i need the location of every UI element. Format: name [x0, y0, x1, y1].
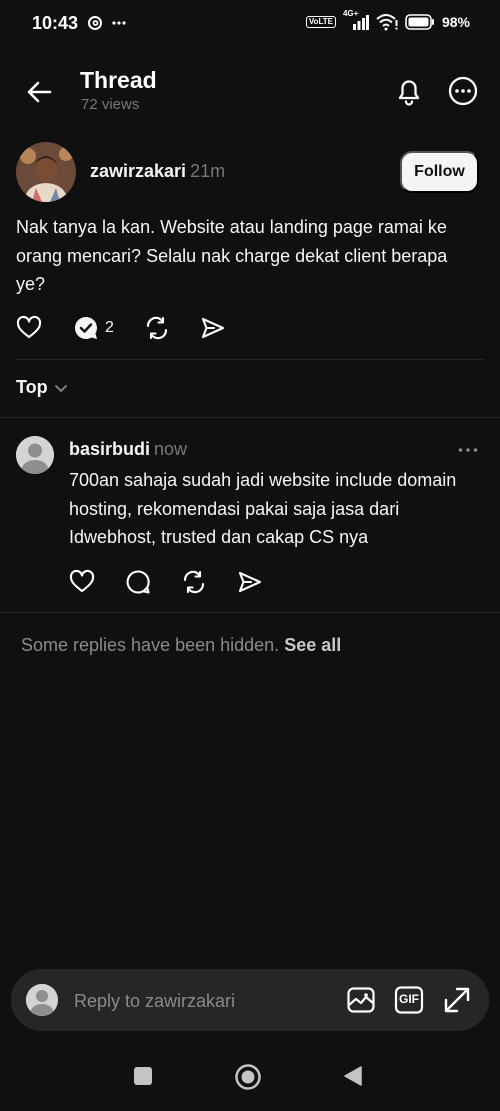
- gif-label: GIF: [399, 992, 419, 1006]
- share-button[interactable]: [200, 315, 226, 341]
- repost-icon: [183, 570, 205, 594]
- see-all-link[interactable]: See all: [284, 635, 341, 655]
- bell-icon: [398, 80, 420, 106]
- divider: [0, 612, 500, 613]
- follow-button[interactable]: Follow: [400, 151, 479, 193]
- threads-icon: [87, 15, 103, 31]
- battery-level: 98%: [441, 14, 470, 30]
- expand-icon: [444, 987, 470, 1013]
- reply-composer: GIF: [11, 969, 489, 1031]
- notifications-button[interactable]: [392, 74, 426, 108]
- comment-button[interactable]: [125, 569, 151, 595]
- post-text: Nak tanya la kan. Website atau landing p…: [16, 217, 448, 294]
- view-count: 72 views: [81, 96, 140, 113]
- repost-icon: [146, 316, 168, 340]
- divider: [16, 359, 484, 360]
- reply-text: 700an sahaja sudah jadi website include …: [69, 470, 457, 547]
- image-icon: [347, 987, 375, 1013]
- page-title: Thread: [80, 67, 157, 93]
- reply-more-button[interactable]: [456, 438, 480, 462]
- reply-avatar[interactable]: [16, 436, 54, 474]
- home-button[interactable]: [234, 1063, 262, 1091]
- battery-icon: [405, 14, 435, 30]
- square-icon: [134, 1067, 152, 1085]
- more-options-button[interactable]: [446, 74, 480, 108]
- reply-input[interactable]: [74, 987, 334, 1015]
- heart-icon: [69, 569, 95, 593]
- comment-icon: [126, 570, 150, 594]
- sort-label: Top: [16, 377, 48, 397]
- back-button[interactable]: [24, 76, 56, 108]
- post-timestamp: 21m: [190, 161, 226, 181]
- wifi-icon: [376, 13, 398, 31]
- send-icon: [238, 571, 262, 593]
- sort-dropdown[interactable]: Top: [16, 377, 68, 398]
- back-arrow-icon: [27, 81, 52, 103]
- gif-button[interactable]: GIF: [394, 985, 424, 1015]
- default-avatar-icon: [26, 984, 58, 1016]
- like-button[interactable]: [16, 315, 42, 341]
- hidden-replies-text: Some replies have been hidden.: [21, 635, 280, 655]
- reply-button[interactable]: 2: [73, 315, 114, 341]
- reply-author-name[interactable]: basirbudi: [69, 439, 150, 459]
- profile-photo: [16, 142, 76, 202]
- heart-icon: [16, 315, 42, 339]
- author-avatar[interactable]: [16, 142, 76, 202]
- default-avatar-icon: [16, 436, 54, 474]
- status-time: 10:43: [32, 13, 79, 33]
- reply-count: 2: [105, 319, 114, 336]
- status-bar: 10:43 VoLTE 4G+ 98%: [0, 0, 500, 48]
- hidden-replies-note: Some replies have been hidden. See all: [21, 635, 341, 656]
- app-header: Thread 72 views: [0, 60, 500, 120]
- expand-button[interactable]: [442, 985, 472, 1015]
- recent-apps-button[interactable]: [133, 1066, 153, 1086]
- signal-icon: 4G+: [343, 9, 369, 31]
- share-button[interactable]: [237, 569, 263, 595]
- like-button[interactable]: [69, 569, 95, 595]
- chevron-down-icon: [54, 384, 67, 392]
- reply-timestamp: now: [154, 439, 188, 459]
- volte-badge: VoLTE: [305, 16, 336, 28]
- repost-button[interactable]: [144, 315, 170, 341]
- attach-image-button[interactable]: [346, 985, 376, 1015]
- author-name[interactable]: zawirzakari: [90, 161, 186, 181]
- divider: [0, 417, 500, 418]
- reply-author: basirbudi now: [69, 439, 187, 460]
- my-avatar: [26, 984, 58, 1016]
- more-icon: [448, 76, 478, 106]
- system-back-button[interactable]: [343, 1065, 363, 1087]
- repost-button[interactable]: [181, 569, 207, 595]
- triangle-back-icon: [344, 1066, 362, 1086]
- replied-icon: [74, 316, 97, 339]
- home-circle-icon: [235, 1064, 261, 1090]
- ellipsis-icon: [458, 448, 478, 452]
- more-notifications-icon: [111, 15, 127, 31]
- send-icon: [201, 317, 225, 339]
- post-author: zawirzakari 21m: [90, 161, 225, 182]
